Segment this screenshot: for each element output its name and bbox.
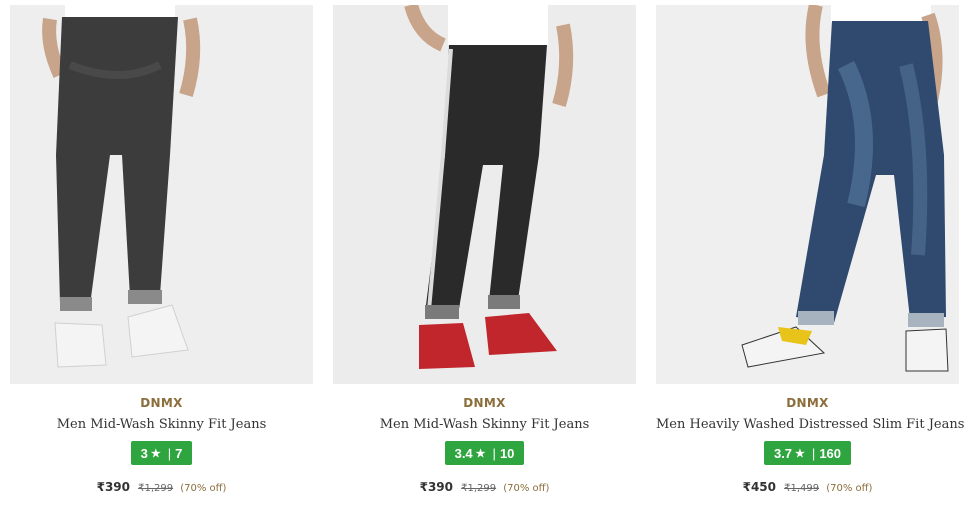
product-image[interactable]: [10, 5, 313, 384]
discount-label: (70% off): [180, 483, 227, 494]
original-price: ₹1,499: [784, 483, 820, 494]
product-title[interactable]: Men Heavily Washed Distressed Slim Fit J…: [656, 417, 964, 432]
rating-container: 3 ★ | 7: [10, 441, 313, 465]
product-title[interactable]: Men Mid-Wash Skinny Fit Jeans: [10, 417, 313, 432]
price-row: ₹390 ₹1,299 (70% off): [333, 476, 636, 495]
price-row: ₹450 ₹1,499 (70% off): [656, 476, 959, 495]
sale-price: ₹450: [742, 480, 776, 494]
rating-container: 3.7 ★ | 160: [656, 441, 959, 465]
product-image[interactable]: [333, 5, 636, 384]
rating-badge: 3.4 ★ | 10: [444, 441, 525, 465]
product-title[interactable]: Men Mid-Wash Skinny Fit Jeans: [333, 417, 636, 432]
rating-value: 3.4: [454, 445, 473, 461]
rating-separator: |: [811, 445, 816, 461]
discount-label: (70% off): [503, 483, 550, 494]
product-image[interactable]: [656, 5, 959, 384]
star-icon: ★: [475, 447, 486, 460]
product-brand: DNMX: [463, 396, 506, 410]
product-card[interactable]: DNMX Men Mid-Wash Skinny Fit Jeans 3 ★ |…: [10, 5, 313, 505]
rating-count: 160: [819, 445, 842, 461]
product-card[interactable]: DNMX Men Mid-Wash Skinny Fit Jeans 3.4 ★…: [333, 5, 636, 505]
jeans-photo-black-tape: [333, 5, 636, 384]
rating-value: 3.7: [773, 445, 793, 461]
rating-count: 7: [175, 445, 183, 461]
rating-count: 10: [499, 445, 515, 461]
rating-badge: 3.7 ★ | 160: [763, 441, 852, 465]
jeans-photo-grey: [10, 5, 313, 384]
price-row: ₹390 ₹1,299 (70% off): [10, 476, 313, 495]
product-grid: DNMX Men Mid-Wash Skinny Fit Jeans 3 ★ |…: [10, 5, 964, 505]
original-price: ₹1,299: [138, 483, 174, 494]
product-card[interactable]: DNMX Men Heavily Washed Distressed Slim …: [656, 5, 964, 505]
original-price: ₹1,299: [461, 483, 497, 494]
rating-badge: 3 ★ | 7: [130, 441, 193, 465]
jeans-photo-blue: [656, 5, 959, 384]
star-icon: ★: [150, 447, 161, 460]
discount-label: (70% off): [826, 483, 873, 494]
product-brand: DNMX: [140, 396, 183, 410]
rating-separator: |: [167, 445, 172, 461]
rating-value: 3: [140, 445, 148, 461]
product-brand: DNMX: [786, 396, 829, 410]
rating-container: 3.4 ★ | 10: [333, 441, 636, 465]
rating-separator: |: [492, 445, 496, 461]
sale-price: ₹390: [419, 480, 453, 494]
star-icon: ★: [795, 447, 805, 460]
sale-price: ₹390: [96, 480, 130, 494]
